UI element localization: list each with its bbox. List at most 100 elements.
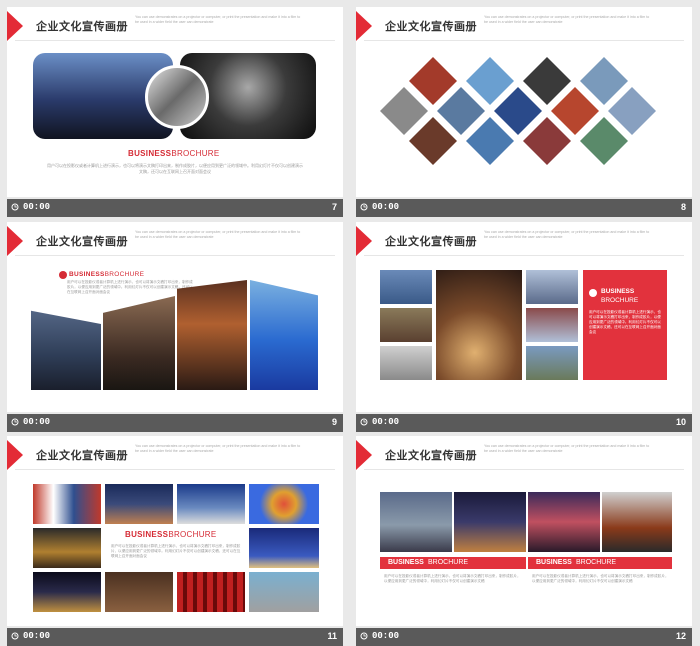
slide-time: 00:00 — [23, 417, 51, 427]
slide-number: 8 — [680, 202, 686, 212]
photo-bridge-sunset — [528, 492, 600, 552]
slide-subtitle: You can use demonstrates on a projector … — [135, 444, 301, 453]
photo-rust — [105, 572, 173, 612]
slide-subtitle: You can use demonstrates on a projector … — [135, 15, 301, 24]
brand-heading: BUSINESSBROCHURE — [69, 271, 144, 278]
slide-thumb-11[interactable]: 企业文化宣传画册 You can use demonstrates on a p… — [7, 436, 343, 646]
slide-divider — [15, 40, 335, 41]
diamond-photo-glass — [580, 57, 628, 105]
photo-red-stripes — [177, 572, 245, 612]
slide-thumb-8[interactable]: 企业文化宣传画册 You can use demonstrates on a p… — [356, 7, 692, 217]
timing-icon — [11, 418, 19, 426]
photo-village — [177, 484, 245, 524]
photo-cyclist — [526, 346, 578, 380]
brand-light: BROCHURE — [168, 530, 217, 539]
photo-arches — [33, 528, 101, 568]
slide-title: 企业文化宣传画册 — [385, 235, 477, 248]
brand-bold: BUSINESS — [536, 559, 572, 566]
body-paragraph-left: 用户可以在投影仪或者计算机上进行演示，也可以将演示文稿打印出来，制作成胶片，以便… — [384, 574, 521, 583]
slide-title: 企业文化宣传画册 — [385, 449, 477, 462]
diamond-photo-forge — [409, 117, 457, 165]
slide-accent-triangle — [356, 440, 372, 470]
slide-time: 00:00 — [372, 631, 400, 641]
body-paragraph-right: 用户可以在投影仪或者计算机上进行演示，也可以将演示文稿打印出来，制作成胶片，以便… — [532, 574, 669, 583]
slide-canvas: 企业文化宣传画册 You can use demonstrates on a p… — [356, 436, 692, 626]
slide-number: 10 — [675, 417, 686, 427]
photo-balloon — [249, 484, 319, 524]
slide-time: 00:00 — [23, 631, 51, 641]
photo-camera — [380, 346, 432, 380]
slide-canvas: 企业文化宣传画册 You can use demonstrates on a p… — [7, 436, 343, 626]
slide-canvas: 企业文化宣传画册 You can use demonstrates on a p… — [7, 222, 343, 412]
diamond-photo-camera — [380, 87, 428, 135]
diamond-photo-city — [608, 87, 656, 135]
photo-facade — [33, 484, 101, 524]
slide-status-bar: 00:00 10 — [356, 414, 692, 432]
photo-clouds — [526, 270, 578, 304]
slide-canvas: 企业文化宣传画册 You can use demonstrates on a p… — [356, 7, 692, 197]
brand-bold: BUSINESS — [125, 530, 169, 539]
panel-brand-light: BROCHURE — [601, 297, 639, 304]
brand-bold: BUSINESS — [128, 149, 172, 158]
slide-accent-triangle — [7, 226, 23, 256]
photo-building — [380, 270, 432, 304]
photo-burj-night — [249, 528, 319, 568]
diamond-photo-worker — [494, 87, 542, 135]
brand-bold: BUSINESS — [69, 271, 105, 278]
slide-divider — [364, 255, 684, 256]
panel-brand-bold: BUSINESS — [601, 288, 635, 295]
slide-thumb-12[interactable]: 企业文化宣传画册 You can use demonstrates on a p… — [356, 436, 692, 646]
slide-status-bar: 00:00 11 — [7, 628, 343, 646]
slide-time: 00:00 — [372, 417, 400, 427]
photo-bridge-water — [250, 280, 318, 390]
brand-heading: BUSINESSBROCHURE — [128, 149, 220, 158]
slide-status-bar: 00:00 8 — [356, 199, 692, 217]
body-paragraph: 用户可以在投影仪或者计算机上进行演示，也可以将演示文稿打印出来，制作成胶片，以便… — [67, 280, 193, 294]
timing-icon — [11, 632, 19, 640]
brand-light: BROCHURE — [104, 271, 145, 278]
photo-dome-frame — [249, 572, 319, 612]
body-paragraph: 用户可以在投影仪或者计算机上进行演示，也可以将演示文稿打印出来，制作成胶片，以便… — [47, 163, 303, 174]
text-panel: BUSINESS BROCHURE 用户可以在投影仪或者计算机上进行演示，也可以… — [583, 270, 667, 380]
photo-skyline-dusk — [103, 296, 175, 390]
body-paragraph: 用户可以在投影仪或者计算机上进行演示，也可以将演示文稿打印出来，制作成胶片，以便… — [111, 544, 241, 558]
panel-paragraph: 用户可以在投影仪或者计算机上进行演示，也可以将演示文稿打印出来，制作成胶片，以便… — [589, 310, 661, 334]
timing-icon — [360, 203, 368, 211]
slide-number: 7 — [331, 202, 337, 212]
photo-locomotive — [602, 492, 672, 552]
photo-coast-town — [105, 484, 173, 524]
diamond-photo-bike — [580, 117, 628, 165]
photo-harbor — [380, 492, 452, 552]
arrow-bullet-icon — [589, 289, 597, 297]
slide-divider — [364, 469, 684, 470]
photo-forge — [436, 270, 522, 380]
diamond-photo-road — [437, 87, 485, 135]
slide-number: 11 — [327, 631, 337, 641]
slide-canvas: 企业文化宣传画册 You can use demonstrates on a p… — [356, 222, 692, 412]
slide-thumb-9[interactable]: 企业文化宣传画册 You can use demonstrates on a p… — [7, 222, 343, 432]
slide-accent-triangle — [7, 440, 23, 470]
diamond-photo-sky — [466, 57, 514, 105]
photo-train — [380, 308, 432, 342]
diamond-photo-steel — [523, 57, 571, 105]
slide-subtitle: You can use demonstrates on a projector … — [484, 230, 650, 239]
slide-number: 12 — [675, 631, 686, 641]
brand-bar-right: BUSINESS BROCHURE — [528, 557, 672, 569]
slide-status-bar: 00:00 12 — [356, 628, 692, 646]
slide-title: 企业文化宣传画册 — [36, 20, 128, 33]
slide-thumb-10[interactable]: 企业文化宣传画册 You can use demonstrates on a p… — [356, 222, 692, 432]
photo-downtown — [31, 310, 101, 390]
slide-canvas: 企业文化宣传画册 You can use demonstrates on a p… — [7, 7, 343, 197]
photo-skyline — [454, 492, 526, 552]
photo-circle-building — [145, 65, 209, 129]
brand-light: BROCHURE — [576, 559, 617, 566]
brand-bold: BUSINESS — [388, 559, 424, 566]
slide-thumb-7[interactable]: 企业文化宣传画册 You can use demonstrates on a p… — [7, 7, 343, 217]
brand-light: BROCHURE — [428, 559, 469, 566]
timing-icon — [360, 418, 368, 426]
slide-status-bar: 00:00 7 — [7, 199, 343, 217]
slide-subtitle: You can use demonstrates on a projector … — [135, 230, 301, 239]
slide-title: 企业文化宣传画册 — [36, 449, 128, 462]
brand-bar-left: BUSINESS BROCHURE — [380, 557, 526, 569]
slide-time: 00:00 — [23, 202, 51, 212]
